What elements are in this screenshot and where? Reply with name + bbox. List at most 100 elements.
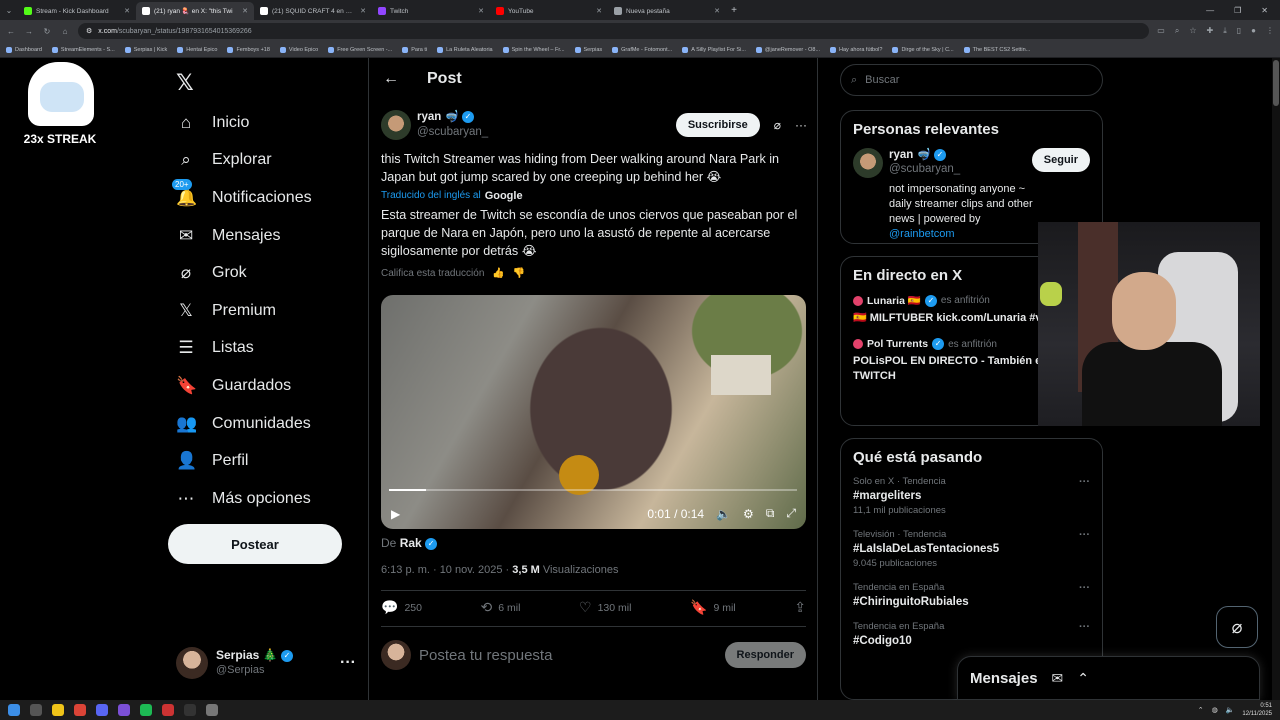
volume-icon[interactable]: 🔈: [716, 507, 731, 521]
search-taskbar-icon[interactable]: [30, 704, 42, 716]
browser-tab[interactable]: (21) ryan 🪼 en X: "this Twi ✕: [136, 2, 254, 20]
browser-tab[interactable]: Twitch ✕: [372, 2, 490, 20]
translated-label[interactable]: Traducido del inglés al: [381, 187, 481, 205]
bookmark-item[interactable]: Femboys +18: [227, 46, 270, 53]
bookmark-item[interactable]: StreamElements - S...: [51, 46, 115, 53]
bookmark-item[interactable]: Dirge of the Sky | C...: [892, 46, 954, 53]
x-logo-icon[interactable]: 𝕏: [176, 70, 194, 96]
reply-input[interactable]: Postea tu respuesta: [419, 647, 552, 664]
tab-search-icon[interactable]: ⌄: [0, 6, 18, 15]
sidebar-item-messages[interactable]: ✉ Mensajes: [176, 217, 312, 255]
network-icon[interactable]: ◍: [1212, 706, 1218, 714]
pip-icon[interactable]: ⧉: [766, 506, 775, 521]
url-input[interactable]: ⚙ x.com/scubaryan_/status/19879316540153…: [78, 23, 1150, 39]
expand-icon[interactable]: ⌃: [1077, 670, 1089, 687]
video-player[interactable]: ▶ 0:01 / 0:14 🔈 ⚙ ⧉ ⤢: [381, 295, 806, 529]
relevant-bio-link[interactable]: @rainbetcom: [889, 228, 955, 240]
tab-close-icon[interactable]: ✕: [478, 7, 484, 15]
sidebar-item-premium[interactable]: 𝕏 Premium: [176, 292, 312, 330]
page-scrollbar[interactable]: [1272, 58, 1280, 700]
reply-button[interactable]: Responder: [724, 642, 806, 668]
sidebar-item-bookmarks[interactable]: 🔖 Guardados: [176, 367, 312, 405]
like-action[interactable]: ♡ 130 mil: [579, 599, 631, 616]
from-name[interactable]: Rak: [400, 536, 422, 550]
maximize-icon[interactable]: ❐: [1234, 6, 1241, 15]
fullscreen-icon[interactable]: ⤢: [786, 506, 796, 521]
sidebar-item-home[interactable]: ⌂ Inicio: [176, 104, 312, 142]
speaker-icon[interactable]: 🔈: [1226, 706, 1235, 714]
scrollbar-thumb[interactable]: [1273, 60, 1279, 106]
forward-icon[interactable]: →: [24, 27, 34, 36]
trend-item[interactable]: Tendencia en España #ChiringuitoRubiales ·…: [853, 582, 1090, 608]
follow-button[interactable]: Seguir: [1031, 148, 1090, 172]
video-progress-bar[interactable]: [389, 489, 797, 491]
start-icon[interactable]: [8, 704, 20, 716]
post-more-icon[interactable]: ···: [795, 118, 807, 132]
split-icon[interactable]: ▯: [1237, 26, 1241, 36]
post-timestamp[interactable]: 6:13 p. m. · 10 nov. 2025 ·: [381, 564, 509, 576]
bookmark-item[interactable]: Free Green Screen -...: [328, 46, 392, 53]
tray-chevron-icon[interactable]: ⌃: [1198, 706, 1204, 714]
bookmark-item[interactable]: The BEST CS2 Settin...: [963, 46, 1030, 53]
spotify-icon[interactable]: [140, 704, 152, 716]
trend-more-icon[interactable]: ···: [1079, 529, 1090, 541]
author-avatar[interactable]: [381, 110, 411, 140]
play-icon[interactable]: ▶: [391, 507, 400, 521]
subscribe-button[interactable]: Suscribirse: [675, 113, 760, 137]
obs-icon[interactable]: [162, 704, 174, 716]
bookmark-item[interactable]: Dashboard: [6, 46, 42, 53]
minimize-icon[interactable]: —: [1206, 6, 1214, 15]
trend-more-icon[interactable]: ···: [1079, 582, 1090, 594]
repost-action[interactable]: ⟲ 6 mil: [481, 599, 521, 616]
home-icon[interactable]: ⌂: [60, 27, 70, 36]
cast-icon[interactable]: ▭: [1157, 26, 1165, 36]
relevant-avatar[interactable]: [853, 148, 883, 178]
bookmark-star-icon[interactable]: ☆: [1189, 26, 1196, 36]
sidebar-item-explore[interactable]: ⌕ Explorar: [176, 142, 312, 180]
post-button[interactable]: Postear: [168, 524, 342, 564]
tab-close-icon[interactable]: ✕: [596, 7, 602, 15]
relevant-handle[interactable]: @scubaryan_: [889, 162, 960, 176]
trend-item[interactable]: Solo en X · Tendencia #margeliters 11,1 mi…: [853, 476, 1090, 516]
thumbs-down-icon[interactable]: 👎: [513, 268, 525, 279]
sidebar-item-lists[interactable]: ☰ Listas: [176, 330, 312, 368]
grok-fab-icon[interactable]: ⌀: [1216, 606, 1258, 648]
trend-item[interactable]: Tendencia en España #Codigo10 ···: [853, 621, 1090, 647]
thumbs-up-icon[interactable]: 👍: [492, 268, 504, 279]
bookmark-item[interactable]: La Ruleta Aleatoria: [437, 46, 493, 53]
close-window-icon[interactable]: ✕: [1261, 6, 1268, 15]
author-handle[interactable]: @scubaryan_: [417, 125, 488, 140]
bookmark-item[interactable]: Para ti: [402, 46, 427, 53]
bookmark-item[interactable]: Serpias | Kick: [124, 46, 167, 53]
sidebar-item-more[interactable]: ⋯ Más opciones: [176, 480, 312, 518]
trend-more-icon[interactable]: ···: [1079, 621, 1090, 633]
browser-tab[interactable]: Stream - Kick Dashboard ✕: [18, 2, 136, 20]
reload-icon[interactable]: ↻: [42, 27, 52, 36]
trend-more-icon[interactable]: ···: [1079, 476, 1090, 488]
site-info-icon[interactable]: ⚙: [86, 27, 92, 35]
account-more-icon[interactable]: ···: [340, 654, 356, 672]
profile-icon[interactable]: ●: [1251, 26, 1256, 36]
app-icon[interactable]: [118, 704, 130, 716]
account-switcher[interactable]: Serpias 🎄 ✓ @Serpias ···: [176, 646, 356, 680]
new-message-icon[interactable]: ✉: [1052, 670, 1064, 687]
calculator-icon[interactable]: [206, 704, 218, 716]
tab-close-icon[interactable]: ✕: [714, 7, 720, 15]
browser-tab[interactable]: Nueva pestaña ✕: [608, 2, 726, 20]
settings-icon[interactable]: ⚙: [743, 507, 754, 521]
sidebar-item-communities[interactable]: 👥 Comunidades: [176, 405, 312, 443]
folder-icon[interactable]: [52, 704, 64, 716]
reply-action[interactable]: 💬 250: [381, 599, 422, 616]
bookmark-item[interactable]: A Silly Playlist For Si...: [682, 46, 746, 53]
new-tab-button[interactable]: +: [726, 5, 742, 16]
trend-item[interactable]: Televisión · Tendencia #LaIslaDeLasTentac…: [853, 529, 1090, 569]
discord-icon[interactable]: [96, 704, 108, 716]
browser-menu-icon[interactable]: ⋮: [1266, 26, 1274, 36]
bookmark-item[interactable]: GrafMe - Fotomont...: [612, 46, 672, 53]
browser-tab[interactable]: (21) SQUID CRAFT 4 en X: "El c ✕: [254, 2, 372, 20]
sidebar-item-grok[interactable]: ⌀ Grok: [176, 254, 312, 292]
search-input[interactable]: ⌕ Buscar: [840, 64, 1103, 96]
bookmark-item[interactable]: @janeRemover - O8...: [755, 46, 820, 53]
tab-close-icon[interactable]: ✕: [124, 7, 130, 15]
bookmark-item[interactable]: Serpias: [574, 46, 602, 53]
